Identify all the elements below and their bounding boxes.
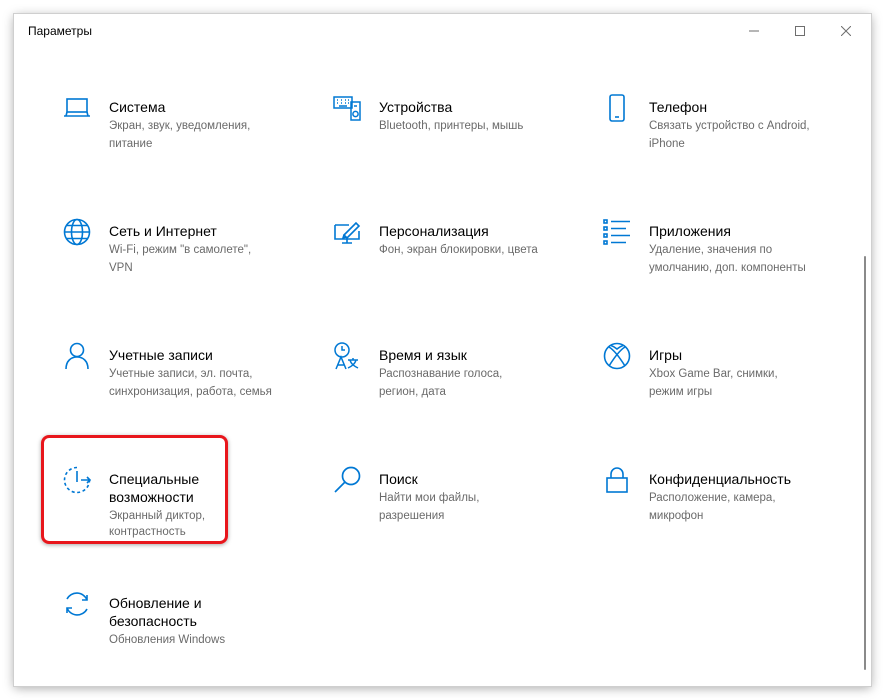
maximize-button[interactable] xyxy=(777,14,823,48)
tile-accounts[interactable]: Учетные записи Учетные записи, эл. почта… xyxy=(59,338,314,458)
tile-title-line: Специальные xyxy=(109,471,200,487)
tile-title: Приложения xyxy=(649,223,731,239)
lock-icon xyxy=(599,462,635,498)
tile-description: умолчанию, доп. компоненты xyxy=(649,262,806,274)
tile-description: питание xyxy=(109,138,153,150)
tile-description: VPN xyxy=(109,262,133,274)
tile-title: Обновление и безопасность xyxy=(109,594,309,630)
tile-title: Телефон xyxy=(649,99,708,115)
settings-grid: Система Экран, звук, уведомления, питани… xyxy=(14,48,859,686)
tile-description: разрешения xyxy=(379,510,445,522)
tile-devices[interactable]: Устройства Bluetooth, принтеры, мышь xyxy=(329,90,584,210)
tile-title: Игры xyxy=(649,347,683,363)
xbox-icon xyxy=(599,338,635,374)
tile-description: Фон, экран блокировки, цвета xyxy=(379,244,538,256)
tile-update-security[interactable]: Обновление и безопасность Обновления Win… xyxy=(59,586,314,686)
minimize-button[interactable] xyxy=(731,14,777,48)
tile-title: Специальные возможности xyxy=(109,470,309,506)
tile-description: Экранный диктор, xyxy=(109,510,206,522)
paint-icon xyxy=(329,214,365,250)
tile-personalization[interactable]: Персонализация Фон, экран блокировки, цв… xyxy=(329,214,584,334)
tile-privacy[interactable]: Конфиденциальность Расположение, камера,… xyxy=(599,462,854,582)
apps-list-icon xyxy=(599,214,635,250)
close-button[interactable] xyxy=(823,14,869,48)
window-title: Параметры xyxy=(28,24,92,38)
tile-title: Поиск xyxy=(379,471,418,487)
tile-title: Сеть и Интернет xyxy=(109,223,217,239)
close-icon xyxy=(841,26,851,36)
tile-title: Время и язык xyxy=(379,347,467,363)
tile-network[interactable]: Сеть и Интернет Wi-Fi, режим "в самолете… xyxy=(59,214,314,334)
tile-title: Персонализация xyxy=(379,223,489,239)
devices-icon xyxy=(329,90,365,126)
tile-title-line: возможности xyxy=(109,489,194,505)
tile-title-line: безопасность xyxy=(109,613,197,629)
tile-description: микрофон xyxy=(649,510,704,522)
maximize-icon xyxy=(795,26,805,36)
tile-description: контрастность xyxy=(109,526,186,538)
tile-description: Найти мои файлы, xyxy=(379,492,480,504)
tile-description: Расположение, камера, xyxy=(649,492,776,504)
tile-title: Конфиденциальность xyxy=(649,471,792,487)
tile-time-language[interactable]: Время и язык Распознавание голоса, регио… xyxy=(329,338,584,458)
tile-title: Учетные записи xyxy=(109,347,213,363)
tile-description: режим игры xyxy=(649,386,713,398)
tile-accessibility[interactable]: Специальные возможности Экранный диктор,… xyxy=(59,462,314,582)
tile-description: синхронизация, работа, семья xyxy=(109,386,272,398)
scrollbar[interactable] xyxy=(864,256,866,670)
globe-icon xyxy=(59,214,95,250)
tile-description: Учетные записи, эл. почта, xyxy=(109,368,253,380)
search-icon xyxy=(329,462,365,498)
tile-description: Обновления Windows xyxy=(109,634,226,646)
tile-description: Связать устройство с Android, xyxy=(649,120,810,132)
time-language-icon xyxy=(329,338,365,374)
tile-system[interactable]: Система Экран, звук, уведомления, питани… xyxy=(59,90,314,210)
tile-title: Система xyxy=(109,99,166,115)
tile-apps[interactable]: Приложения Удаление, значения по умолчан… xyxy=(599,214,854,334)
tile-phone[interactable]: Телефон Связать устройство с Android, iP… xyxy=(599,90,854,210)
tile-description: регион, дата xyxy=(379,386,446,398)
tile-description: Wi-Fi, режим "в самолете", xyxy=(109,244,252,256)
tile-description: Bluetooth, принтеры, мышь xyxy=(379,120,524,132)
update-icon xyxy=(59,586,95,622)
laptop-icon xyxy=(59,90,95,126)
tile-description: Распознавание голоса, xyxy=(379,368,503,380)
minimize-icon xyxy=(749,30,759,32)
tile-search[interactable]: Поиск Найти мои файлы, разрешения xyxy=(329,462,584,582)
tile-description: Удаление, значения по xyxy=(649,244,773,256)
title-bar[interactable]: Параметры xyxy=(14,14,871,48)
tile-gaming[interactable]: Игры Xbox Game Bar, снимки, режим игры xyxy=(599,338,854,458)
tile-description: iPhone xyxy=(649,138,685,150)
settings-window: Параметры Система Экран, звук, уведомлен… xyxy=(14,14,871,686)
person-icon xyxy=(59,338,95,374)
tile-title: Устройства xyxy=(379,99,453,115)
phone-icon xyxy=(599,90,635,126)
tile-description: Экран, звук, уведомления, xyxy=(109,120,251,132)
accessibility-icon xyxy=(59,462,95,498)
tile-description: Xbox Game Bar, снимки, xyxy=(649,368,778,380)
tile-title-line: Обновление и xyxy=(109,595,202,611)
